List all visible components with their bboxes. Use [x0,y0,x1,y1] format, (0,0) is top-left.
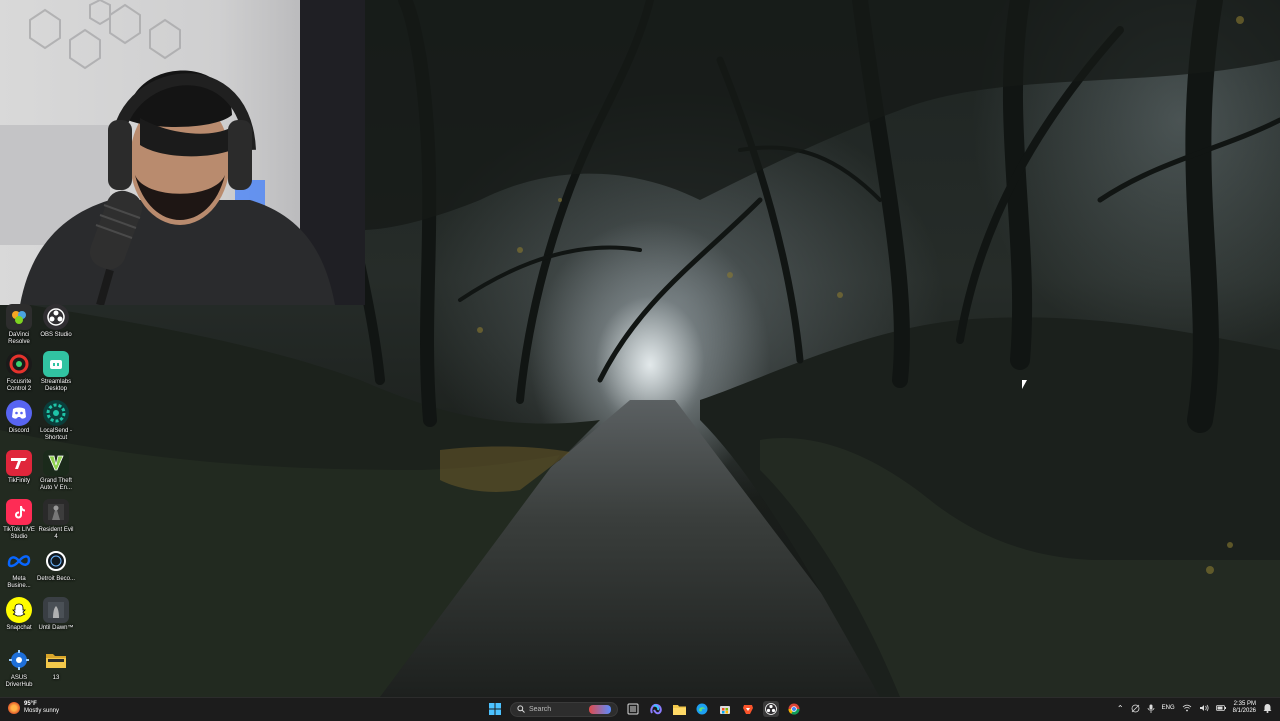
desktop-icon-label: Detroit Beco... [37,576,76,582]
obs-studio-icon [43,304,69,330]
desktop-icon-label: OBS Studio [40,332,72,338]
desktop-icon-gta-v[interactable]: Grand Theft Auto V En... [37,450,75,492]
copilot-icon[interactable] [648,701,664,717]
desktop-icon-asus-driverhub[interactable]: ASUS DriverHub [0,647,38,689]
desktop-icon-label: Focusrite Control 2 [6,379,32,392]
desktop-icon-meta-business[interactable]: Meta Busine... [0,548,38,590]
desktop-icon-label: Snapchat [6,625,32,631]
mouse-cursor-icon [1022,380,1027,389]
desktop-icon-focusrite[interactable]: Focusrite Control 2 [0,351,38,393]
folder-icon [43,647,69,673]
localsend-icon [43,400,69,426]
webcam-overlay [0,0,365,305]
desktop-icon-label: LocalSend - Shortcut [39,428,73,441]
desktop-icon-snapchat[interactable]: Snapchat [0,597,38,632]
system-tray: ⌃ ENG 2:35 PM 8/1/2026 [1117,701,1272,715]
taskbar-search-box[interactable]: Search [510,701,618,717]
focusrite-icon [6,351,32,377]
meta-business-icon [6,548,32,574]
desktop-icon-tiktok-live[interactable]: TikTok LIVE Studio [0,499,38,541]
weather-widget[interactable]: 95°F Mostly sunny [8,701,59,715]
desktop-icon-label: DaVinci Resolve [8,332,30,345]
desktop-icon-folder-13[interactable]: 13 [37,647,75,682]
weather-condition: Mostly sunny [24,708,60,714]
desktop-icon-label: 13 [52,675,60,681]
desktop-icon-until-dawn[interactable]: Until Dawn™ [37,597,75,632]
language-indicator[interactable]: ENG [1162,705,1175,711]
taskbar-clock[interactable]: 2:35 PM 8/1/2026 [1233,701,1256,715]
brave-icon[interactable] [740,701,756,717]
network-off-icon[interactable] [1131,704,1140,713]
desktop-icon-label: TikTok LIVE Studio [3,527,35,540]
volume-icon[interactable] [1199,704,1209,712]
desktop-icon-resident-evil[interactable]: Resident Evil 4 [37,499,75,541]
edge-icon[interactable] [694,701,710,717]
desktop-icon-label: ASUS DriverHub [5,675,33,688]
desktop-icon-label: TikFinity [7,478,31,484]
clock-date: 8/1/2026 [1232,708,1256,714]
chrome-icon[interactable] [786,701,802,717]
streamlabs-icon [43,351,69,377]
weather-temperature: 95°F [24,701,37,707]
clock-time: 2:35 PM [1233,701,1256,707]
desktop-icon-detroit[interactable]: Detroit Beco... [37,548,75,583]
desktop-icon-label: Discord [8,428,30,434]
tiktok-live-icon [6,499,32,525]
taskbar-pinned-apps: Search [487,701,802,717]
desktop-icon-discord[interactable]: Discord [0,400,38,435]
davinci-resolve-icon [6,304,32,330]
windows-start-icon[interactable] [487,701,503,717]
file-explorer-icon[interactable] [671,701,687,717]
snapchat-icon [6,597,32,623]
gta-v-icon [43,450,69,476]
search-placeholder: Search [529,705,552,713]
notification-bell-icon[interactable] [1263,703,1272,713]
desktop-icon-label: Streamlabs Desktop [40,379,72,392]
task-view-icon[interactable] [625,701,641,717]
obs-icon[interactable] [763,701,779,717]
desktop-icon-davinci-resolve[interactable]: DaVinci Resolve [0,304,38,346]
microsoft-store-icon[interactable] [717,701,733,717]
taskbar: 95°F Mostly sunny Search ⌃ ENG 2:35 PM 8… [0,697,1280,721]
microphone-icon[interactable] [1147,704,1155,713]
desktop-icon-label: Until Dawn™ [38,625,74,631]
webcam-streamer-feed [0,0,365,305]
desktop-icon-obs-studio[interactable]: OBS Studio [37,304,75,339]
chevron-up-icon[interactable]: ⌃ [1117,704,1124,713]
resident-evil-icon [43,499,69,525]
desktop-icon-label: Grand Theft Auto V En... [39,478,73,491]
sun-icon [8,702,20,714]
desktop-icon-label: Meta Busine... [7,576,31,589]
desktop-icon-streamlabs[interactable]: Streamlabs Desktop [37,351,75,393]
desktop-icon-label: Resident Evil 4 [38,527,74,540]
battery-icon[interactable] [1215,705,1226,711]
asus-driverhub-icon [6,647,32,673]
search-highlight-icon [589,704,611,714]
wifi-icon[interactable] [1182,704,1192,712]
desktop-icon-localsend[interactable]: LocalSend - Shortcut [37,400,75,442]
desktop-icon-tikfinity[interactable]: TikFinity [0,450,38,485]
search-icon [517,705,525,713]
until-dawn-icon [43,597,69,623]
discord-icon [6,400,32,426]
detroit-become-human-icon [43,548,69,574]
tikfinity-icon [6,450,32,476]
